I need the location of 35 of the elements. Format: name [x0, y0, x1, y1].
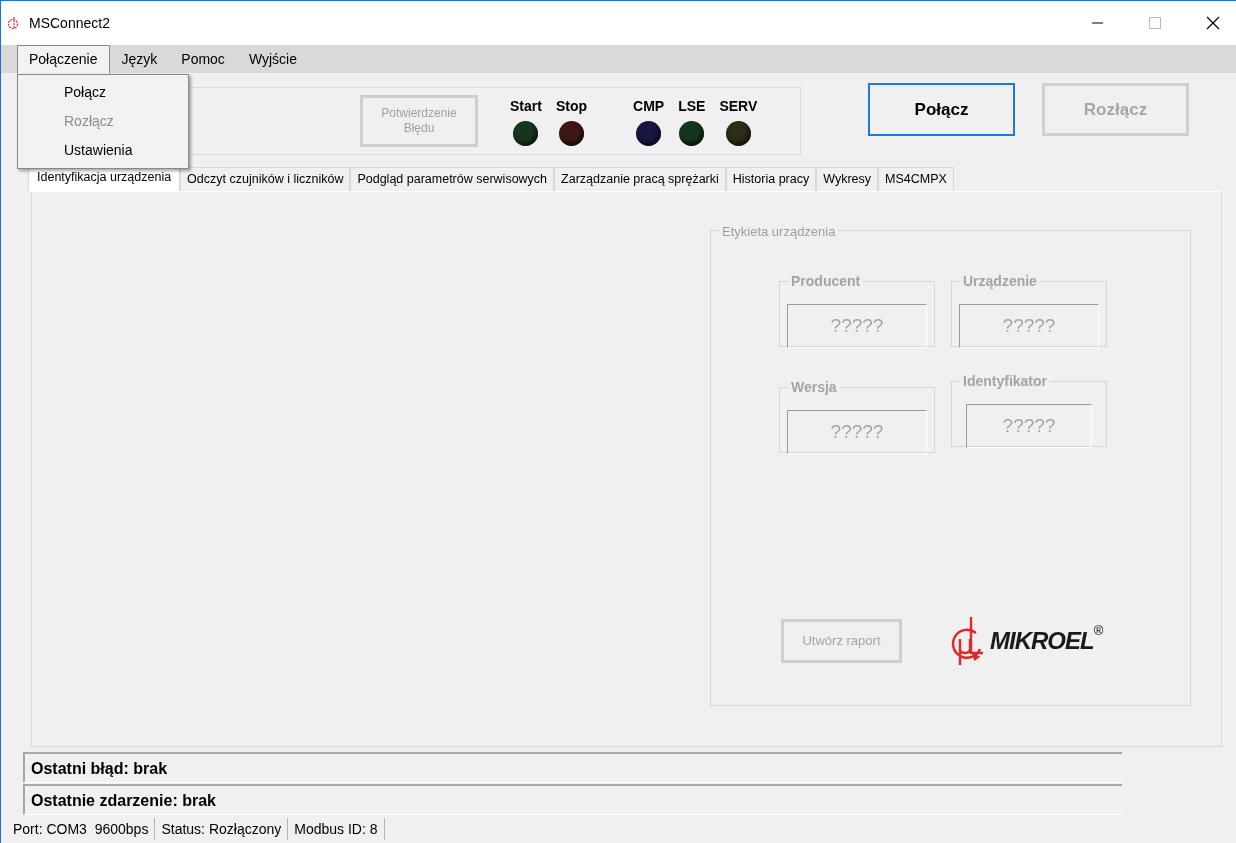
- tab[interactable]: Podgląd parametrów serwisowych: [350, 167, 555, 191]
- indicator-label: SERV: [719, 97, 758, 116]
- tab[interactable]: Wykresy: [816, 167, 879, 191]
- field-label: Producent: [788, 274, 864, 289]
- status-message: Ostatnie zdarzenie: brak: [23, 784, 1122, 815]
- value-field: ?????: [959, 304, 1099, 348]
- value-field: ?????: [787, 304, 927, 348]
- tab[interactable]: Zarządzanie pracą sprężarki: [554, 167, 726, 191]
- status-text: Status: Rozłączony: [161, 818, 289, 840]
- menu-option[interactable]: Połącz: [18, 78, 188, 107]
- status-text: Port: COM3 9600bps: [13, 818, 156, 840]
- indicator-label: Stop: [555, 97, 587, 116]
- logo-text: MIKROEL: [990, 627, 1094, 656]
- status-text: Modbus ID: 8: [294, 818, 385, 840]
- tab[interactable]: Odczyt czujników i liczników: [180, 167, 351, 191]
- field-label: Identyfikator: [960, 374, 1050, 389]
- menu-item[interactable]: Język: [109, 44, 170, 74]
- field-label: Urządzenie: [960, 274, 1040, 289]
- indicator-label: LSE: [678, 97, 706, 116]
- menu-option[interactable]: Ustawienia: [18, 136, 188, 165]
- indicator-label: Start: [510, 97, 542, 116]
- window-title: MSConnect2: [29, 13, 110, 33]
- field-label: Wersja: [788, 380, 840, 395]
- tab[interactable]: Historia pracy: [725, 167, 817, 191]
- menu-item[interactable]: Wyjście: [236, 44, 309, 74]
- connect-button[interactable]: Połącz: [868, 83, 1015, 136]
- value-field: ?????: [966, 404, 1092, 448]
- status-message: Ostatni błąd: brak: [23, 752, 1122, 783]
- registered-mark: ®: [1093, 622, 1104, 638]
- tab[interactable]: MS4CMPX: [878, 167, 954, 191]
- menu-item[interactable]: Pomoc: [169, 44, 237, 74]
- value-field: ?????: [787, 410, 927, 454]
- app-icon: [7, 16, 21, 30]
- indicator-label: CMP: [633, 97, 665, 116]
- menu-item[interactable]: Połączenie: [17, 44, 110, 74]
